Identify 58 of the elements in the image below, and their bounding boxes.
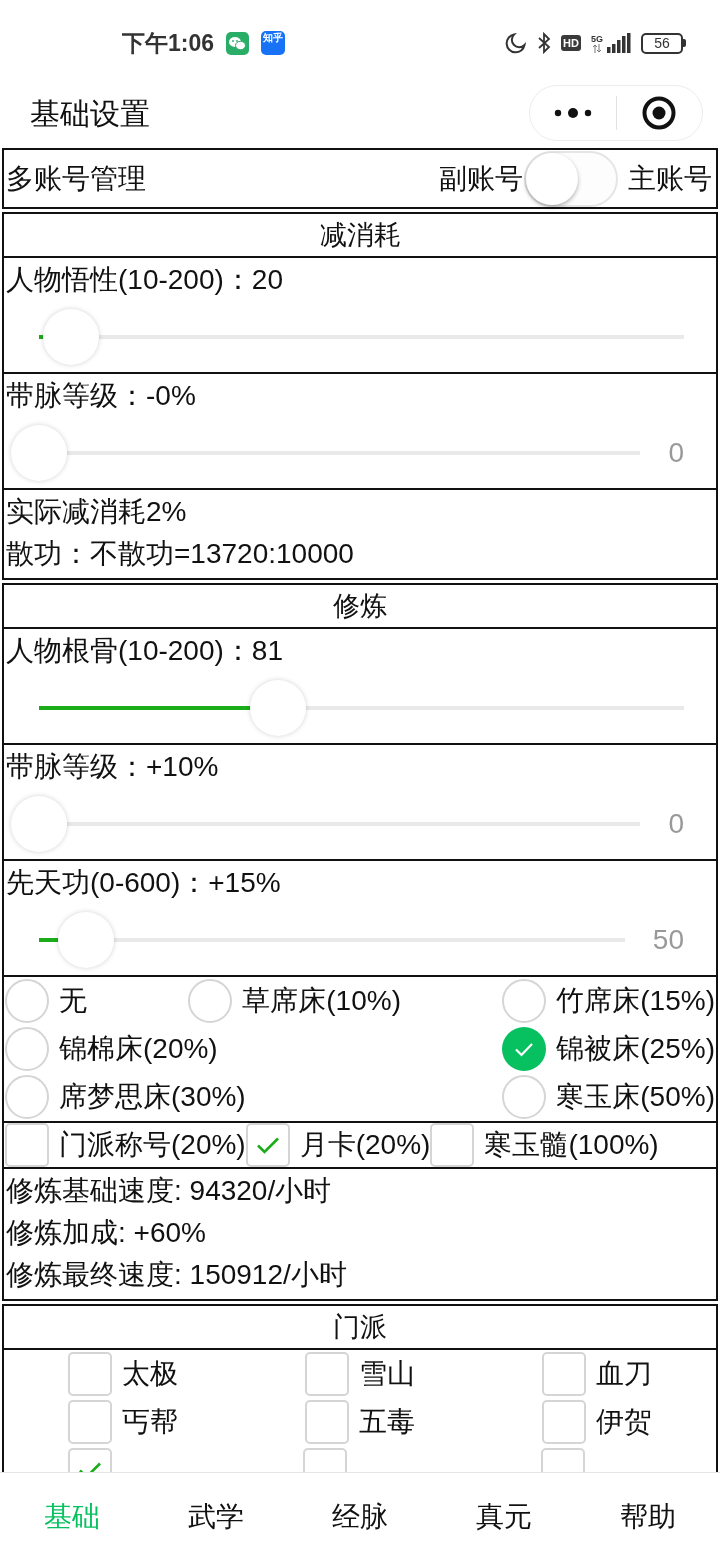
status-time: 下午1:06 <box>122 28 215 58</box>
setting-label: 多账号管理 <box>6 161 146 196</box>
slider-value: 0 <box>668 807 684 841</box>
toggle-switch[interactable] <box>524 150 618 207</box>
hd-indicator: HD <box>561 35 581 51</box>
slider-thumb[interactable] <box>11 796 67 852</box>
slider-thumb[interactable] <box>43 309 100 365</box>
info-text: 修炼最终速度: 150912/小时 <box>6 1258 348 1292</box>
info-text: 修炼基础速度: 94320/小时 <box>6 1174 333 1208</box>
bluetooth-icon <box>537 32 552 54</box>
checkbox-option[interactable]: 太极 <box>67 1350 178 1398</box>
setting-label: 人物悟性(10-200)：20 <box>5 263 284 297</box>
checkbox-option[interactable]: 丐帮 <box>67 1398 178 1446</box>
section-title: 门派 <box>333 1311 387 1344</box>
checkbox-option[interactable]: 月卡(20%) <box>245 1121 431 1169</box>
radio-option[interactable]: 无 <box>5 977 87 1025</box>
data-arrows-icon <box>593 44 601 53</box>
radio-option[interactable]: 草席床(10%) <box>188 977 401 1025</box>
checkbox-option[interactable]: 五毒 <box>305 1398 415 1446</box>
tab[interactable]: 武学 <box>144 1473 288 1560</box>
battery-indicator: 56 <box>641 32 686 54</box>
slider-value: 50 <box>652 923 684 957</box>
app-logo: 知乎 <box>261 31 286 55</box>
section-title: 修炼 <box>333 590 387 623</box>
info-text: 实际减消耗2% <box>6 495 188 529</box>
checkbox-option[interactable]: 寒玉髓(100%) <box>430 1121 659 1169</box>
setting-label: 带脉等级：+10% <box>5 750 220 784</box>
setting-label: 带脉等级：-0% <box>5 379 197 413</box>
slider-thumb[interactable] <box>57 912 114 968</box>
checkbox-option[interactable]: 伊贺 <box>542 1398 653 1446</box>
switch-label: 主账号 <box>628 161 712 196</box>
tab[interactable]: 帮助 <box>576 1473 720 1560</box>
moon-icon <box>505 32 528 54</box>
radio-option[interactable]: 寒玉床(50%) <box>502 1073 715 1121</box>
radio-option[interactable]: 竹席床(15%) <box>502 977 715 1025</box>
more-icon <box>553 107 592 119</box>
target-icon <box>642 96 677 130</box>
radio-option[interactable]: 席梦思床(30%) <box>5 1073 246 1121</box>
tab[interactable]: 经脉 <box>288 1473 432 1560</box>
checkbox-option[interactable]: 门派称号(20%) <box>5 1121 246 1169</box>
radio-option[interactable]: 锦被床(25%) <box>502 1025 715 1073</box>
slider-thumb[interactable] <box>11 425 67 481</box>
slider-value: 0 <box>668 436 684 470</box>
page-title: 基础设置 <box>30 95 150 132</box>
checkbox-option[interactable]: 雪山 <box>305 1350 415 1398</box>
tab[interactable]: 真元 <box>432 1473 576 1560</box>
setting-label: 先天功(0-600)：+15% <box>5 866 282 900</box>
switch-label: 副账号 <box>439 161 523 196</box>
radio-option[interactable]: 锦棉床(20%) <box>5 1025 218 1073</box>
info-text: 散功：不散功=13720:10000 <box>6 537 355 571</box>
checkbox-option[interactable]: 血刀 <box>542 1350 653 1398</box>
setting-label: 人物根骨(10-200)：81 <box>5 634 284 668</box>
info-text: 修炼加成: +60% <box>6 1216 207 1250</box>
chat-bubbles-icon <box>226 31 250 55</box>
slider-thumb[interactable] <box>249 680 306 736</box>
signal-bars-icon <box>607 33 631 53</box>
section-title: 减消耗 <box>319 219 401 252</box>
network-label: 5G <box>591 34 603 44</box>
